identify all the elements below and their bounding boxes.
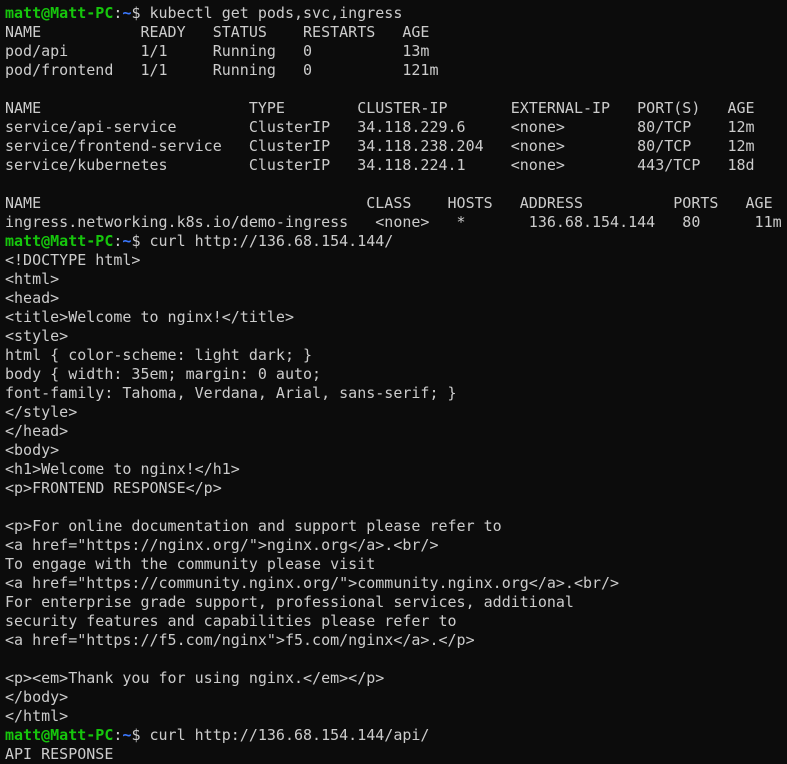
output-line: html { color-scheme: light dark; } [5,346,313,364]
output-line: ingress.networking.k8s.io/demo-ingress <… [5,213,782,231]
output-line: <a href="https://nginx.org/">nginx.org</… [5,536,439,554]
output-line: <!DOCTYPE html> [5,251,141,269]
output-line: <html> [5,270,60,288]
output-line: <a href="https://community.nginx.org/">c… [5,574,620,592]
command-text: curl http://136.68.154.144/ [149,232,394,250]
output-line: service/frontend-service ClusterIP 34.11… [5,137,755,155]
output-line: <body> [5,441,60,459]
terminal-window[interactable]: matt@Matt-PC:~$ kubectl get pods,svc,ing… [0,0,787,764]
command-text: kubectl get pods,svc,ingress [149,4,403,22]
output-line: NAME CLASS HOSTS ADDRESS PORTS AGE [5,194,773,212]
output-line: API RESPONSE [5,745,114,763]
command-text: curl http://136.68.154.144/api/ [149,726,430,744]
prompt-line: matt@Matt-PC:~$ kubectl get pods,svc,ing… [5,4,787,23]
prompt-line: matt@Matt-PC:~$ curl http://136.68.154.1… [5,232,787,251]
output-line: </body> [5,688,69,706]
output-line: <p><em>Thank you for using nginx.</em></… [5,669,385,687]
prompt-user-host: matt@Matt-PC [5,4,114,22]
prompt-user-host: matt@Matt-PC [5,726,114,744]
output-line: pod/api 1/1 Running 0 13m [5,42,430,60]
output-line: <style> [5,327,69,345]
output-line: <p>For online documentation and support … [5,517,502,535]
output-line: NAME READY STATUS RESTARTS AGE [5,23,430,41]
output-line: pod/frontend 1/1 Running 0 121m [5,61,439,79]
output-line: <h1>Welcome to nginx!</h1> [5,460,240,478]
output-line: <title>Welcome to nginx!</title> [5,308,294,326]
output-line: <a href="https://f5.com/nginx">f5.com/ng… [5,631,475,649]
output-line: <head> [5,289,60,307]
output-line: </head> [5,422,69,440]
output-line: For enterprise grade support, profession… [5,593,574,611]
output-line: service/kubernetes ClusterIP 34.118.224.… [5,156,755,174]
output-line: security features and capabilities pleas… [5,612,457,630]
prompt-line: matt@Matt-PC:~$ curl http://136.68.154.1… [5,726,787,745]
output-line: </style> [5,403,78,421]
output-line: NAME TYPE CLUSTER-IP EXTERNAL-IP PORT(S)… [5,99,755,117]
prompt-user-host: matt@Matt-PC [5,232,114,250]
output-line: To engage with the community please visi… [5,555,376,573]
output-line: body { width: 35em; margin: 0 auto; [5,365,322,383]
output-line: </html> [5,707,69,725]
output-line: service/api-service ClusterIP 34.118.229… [5,118,755,136]
output-line: font-family: Tahoma, Verdana, Arial, san… [5,384,457,402]
output-line: <p>FRONTEND RESPONSE</p> [5,479,222,497]
